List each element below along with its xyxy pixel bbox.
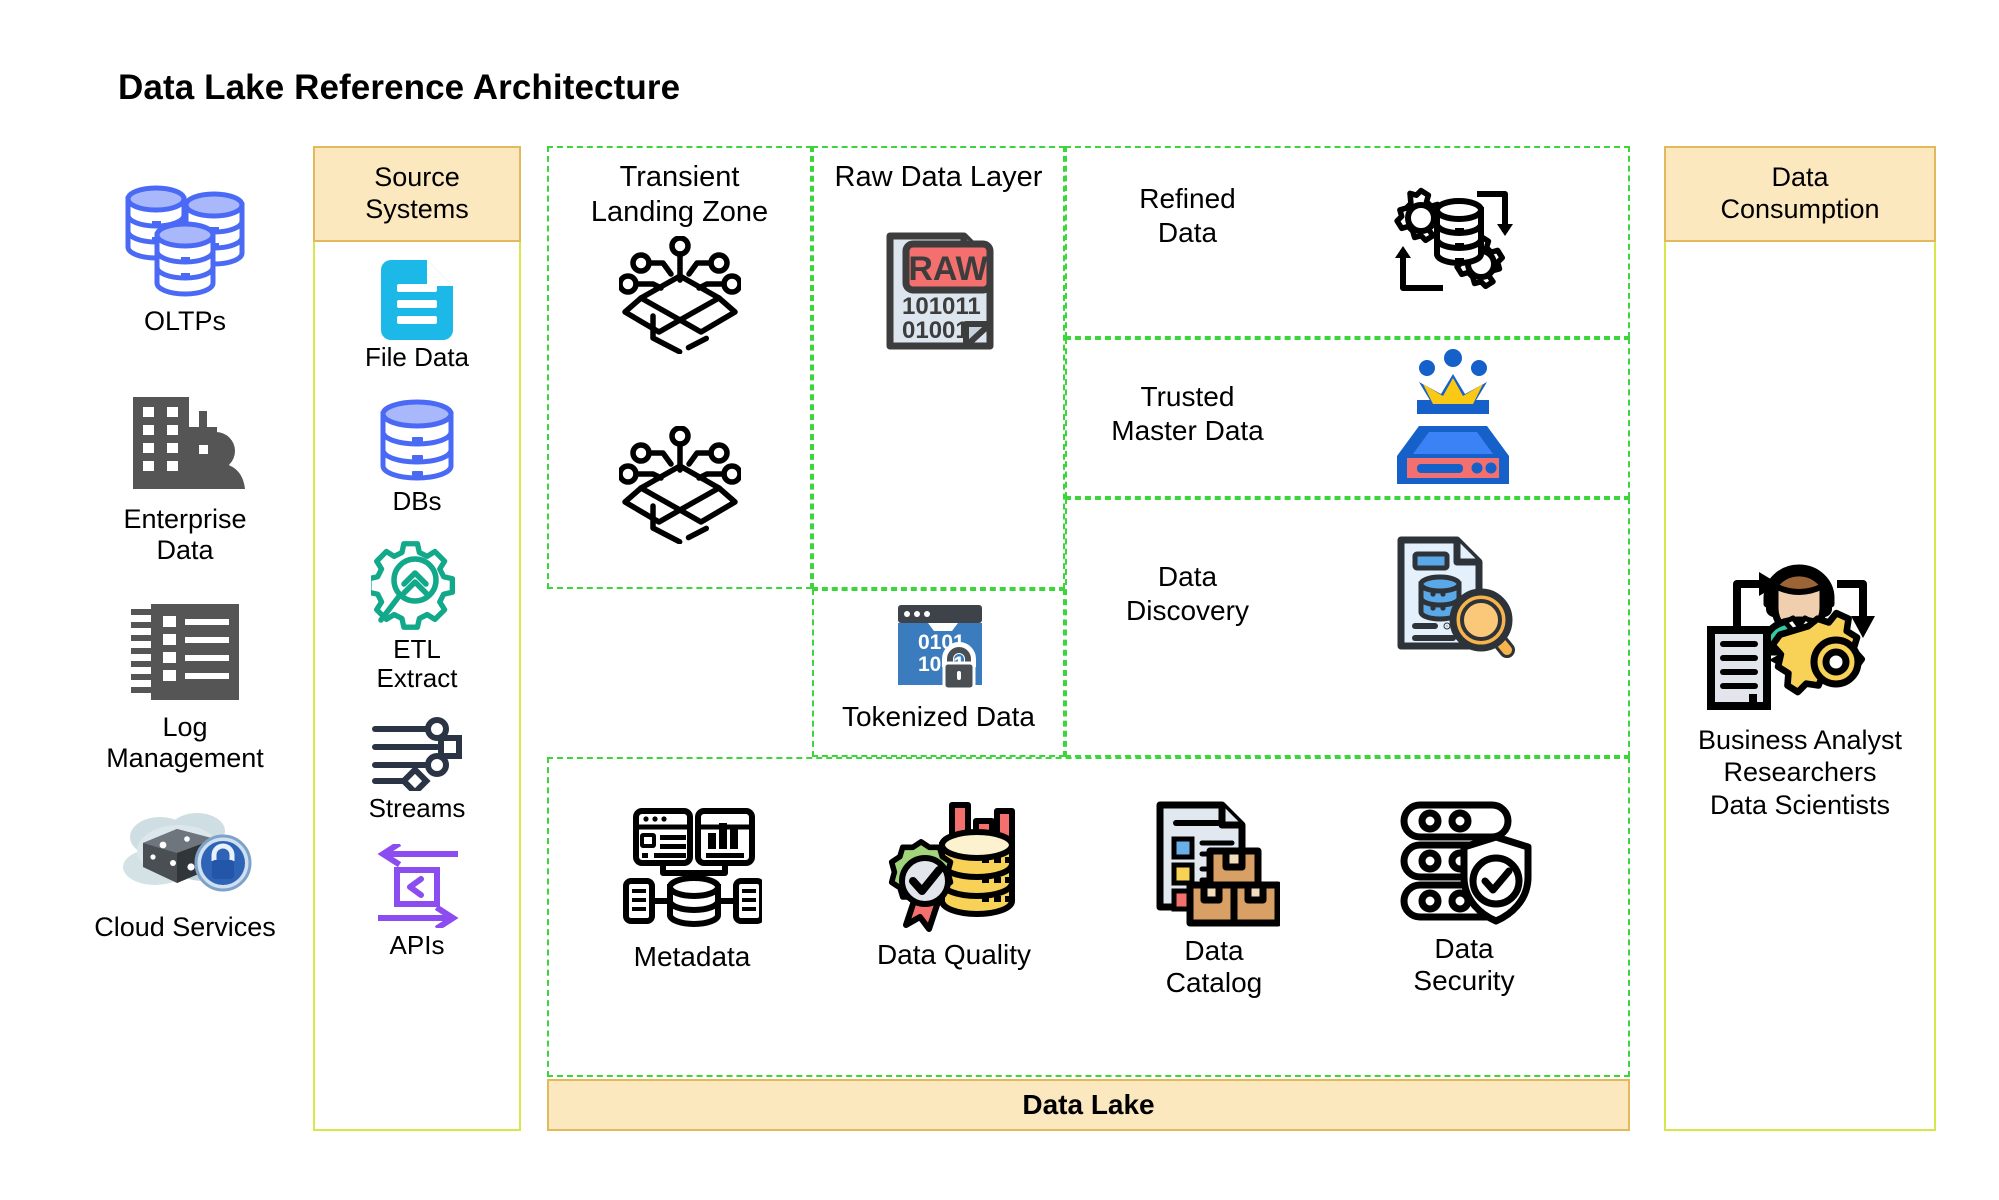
cloud-lock-icon (60, 800, 310, 906)
source-item-enterprise-data: Enterprise Data (60, 388, 310, 588)
apis-exchange-icon (315, 843, 519, 928)
source-system-label-dbs: DBs (392, 486, 442, 517)
database-cluster-icon (60, 175, 310, 300)
governance-label-data-catalog: Data Catalog (1165, 935, 1263, 999)
refined-data-gears-icon (1385, 176, 1517, 306)
trusted-master-data-title: Trusted Master Data (1111, 381, 1264, 446)
governance-label-metadata: Metadata (633, 941, 751, 972)
data-consumption-body: Business Analyst Researchers Data Scient… (1666, 242, 1934, 821)
log-list-icon (60, 598, 310, 706)
source-system-label-streams: Streams (368, 793, 466, 824)
transient-landing-zone-cell: Transient Landing Zone (547, 146, 812, 589)
source-system-label-file-data: File Data (364, 342, 470, 372)
data-consumption-header: Data Consumption (1664, 146, 1936, 242)
raw-binary-line1: 101011 (902, 293, 981, 320)
raw-badge-text: RAW (908, 250, 988, 288)
source-label-enterprise-data: Enterprise Data (123, 504, 247, 566)
data-discovery-magnifier-icon (1387, 532, 1521, 662)
governance-row-cell: Metadata Data Quality Data Catalog Data … (547, 757, 1630, 1077)
raw-binary-line2: 01001 (902, 317, 969, 344)
open-box-network-icon (619, 236, 741, 354)
source-systems-header: Source Systems (313, 146, 521, 242)
governance-label-data-quality: Data Quality (876, 939, 1032, 970)
tokenized-data-label: Tokenized Data (841, 701, 1035, 732)
source-system-item-apis: APIs (315, 843, 519, 960)
metadata-network-icon (567, 805, 817, 933)
diagram-canvas: Data Lake Reference Architecture OLTPs E… (0, 0, 1999, 1200)
file-data-icon (315, 256, 519, 340)
data-discovery-cell: Data Discovery (1065, 498, 1630, 757)
source-label-oltps: OLTPs (143, 306, 226, 336)
enterprise-building-person-icon (60, 388, 310, 498)
source-system-item-dbs: DBs (315, 398, 519, 516)
refined-data-cell: Refined Data (1065, 146, 1630, 338)
open-box-network-icon (619, 426, 741, 544)
transient-landing-zone-title: Transient Landing Zone (590, 161, 769, 228)
source-system-label-apis: APIs (389, 929, 445, 960)
source-label-cloud-services: Cloud Services (94, 912, 276, 942)
data-discovery-title: Data Discovery (1126, 561, 1249, 626)
page-title: Data Lake Reference Architecture (118, 68, 681, 107)
source-system-item-streams: Streams (315, 717, 519, 823)
governance-item-data-security: Data Security (1339, 799, 1589, 997)
source-systems-panel: Source Systems File Data DBs ETL Extract… (313, 146, 521, 1131)
crown-server-icon (1389, 348, 1517, 488)
data-catalog-boxes-icon (1089, 799, 1339, 929)
trusted-master-data-cell: Trusted Master Data (1065, 338, 1630, 498)
source-system-item-etl-extract: ETL Extract (315, 540, 519, 693)
data-lake-footer-bar: Data Lake (547, 1079, 1630, 1131)
source-label-log-management: Log Management (106, 712, 264, 774)
source-item-oltps: OLTPs (60, 175, 310, 360)
data-consumption-label: Business Analyst Researchers Data Scient… (1697, 725, 1903, 820)
source-system-label-etl-extract: ETL Extract (376, 634, 458, 694)
data-security-shield-icon (1339, 799, 1589, 927)
source-system-item-file-data: File Data (315, 256, 519, 372)
data-consumption-panel: Data Consumption Business Analyst Resear… (1664, 146, 1936, 1131)
etl-extract-gear-magnifier-icon (315, 540, 519, 632)
data-quality-badge-icon (829, 799, 1079, 933)
governance-item-data-catalog: Data Catalog (1089, 799, 1339, 999)
governance-item-data-quality: Data Quality (829, 799, 1079, 971)
database-icon (315, 398, 519, 484)
governance-item-metadata: Metadata (567, 805, 817, 973)
governance-label-data-security: Data Security (1413, 933, 1515, 997)
source-item-cloud-services: Cloud Services (60, 800, 310, 960)
data-lake-grid: Transient Landing Zone Raw Data Layer RA… (547, 146, 1630, 1131)
refined-data-title: Refined Data (1139, 183, 1236, 248)
business-analyst-gear-icon (1666, 542, 1934, 710)
source-icons-column: OLTPs Enterprise Data Log Management Clo… (60, 175, 310, 960)
source-item-log-management: Log Management (60, 598, 310, 788)
streams-icon (315, 717, 519, 792)
